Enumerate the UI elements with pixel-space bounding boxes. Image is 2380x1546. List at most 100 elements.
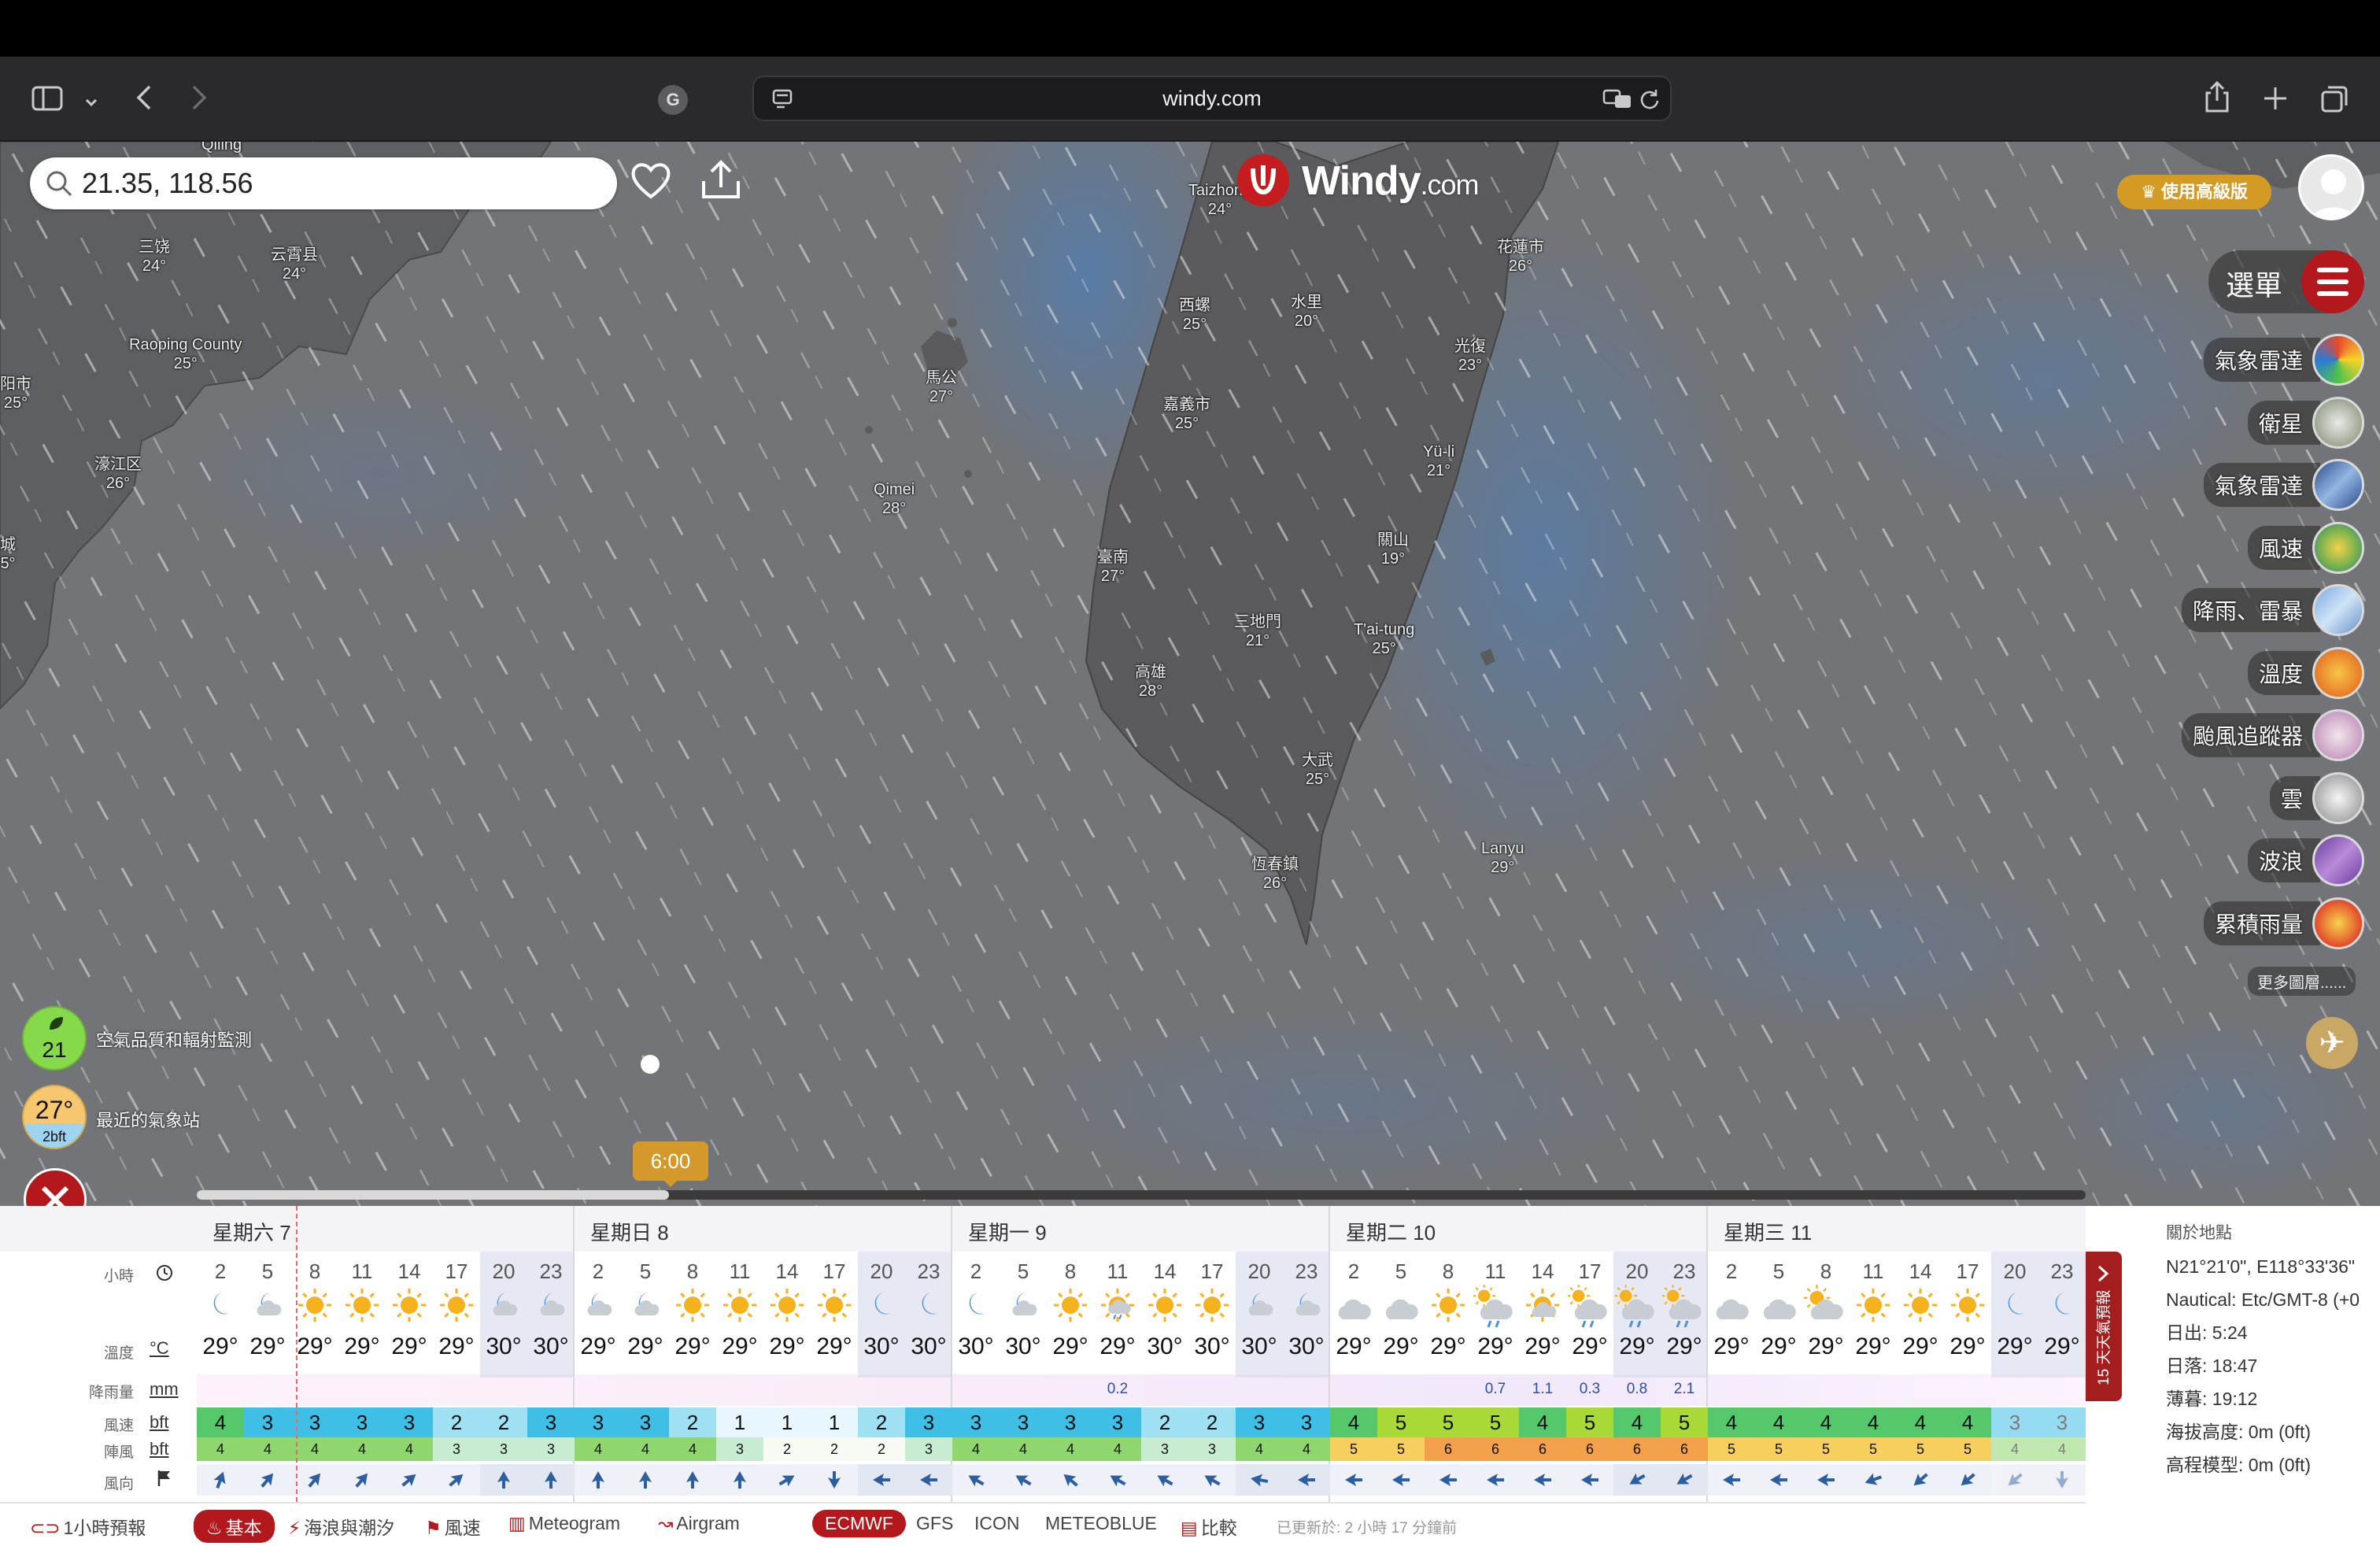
city-label[interactable]: 三地門 21° — [1234, 612, 1281, 650]
forecast-15-day-button[interactable]: 15 天天氣預報 — [2086, 1252, 2122, 1401]
tab-overview-icon[interactable] — [2320, 85, 2349, 118]
wind-arrow-icon — [1204, 1475, 1221, 1487]
layer-item-wind[interactable]: 風速 — [2247, 521, 2364, 574]
sidebar-toggle-icon[interactable] — [31, 85, 63, 117]
wind-direction-cell — [1944, 1464, 1991, 1496]
tab-basic[interactable]: ♨ 基本 — [194, 1510, 275, 1543]
hour-cell: 17 — [822, 1259, 846, 1283]
tab-meteogram[interactable]: ▥ Meteogram — [508, 1513, 620, 1534]
city-label[interactable]: 阳市 25° — [0, 375, 31, 412]
city-temp: 26° — [105, 475, 131, 492]
city-label[interactable]: 云霄县 24° — [271, 246, 318, 283]
forward-icon[interactable] — [190, 83, 208, 117]
translate-icon[interactable] — [1602, 88, 1632, 114]
share-location-icon[interactable] — [699, 157, 743, 205]
model-ecmwf[interactable]: ECMWF — [812, 1510, 906, 1537]
favorite-heart-icon[interactable] — [630, 161, 672, 204]
city-label[interactable]: Yü-li 21° — [1423, 442, 1454, 480]
day-label: 星期六 7 — [213, 1221, 291, 1245]
layer-item-waves[interactable]: 波浪 — [2247, 834, 2364, 886]
search-icon[interactable] — [44, 168, 74, 198]
chevron-down-icon[interactable] — [83, 88, 99, 115]
time-indicator[interactable]: 6:00 — [633, 1141, 708, 1187]
city-label[interactable]: 高雄 28° — [1135, 663, 1166, 701]
city-label[interactable]: 花蓮市 26° — [1497, 238, 1544, 276]
airplane-icon[interactable]: ✈ — [2306, 1017, 2358, 1069]
city-label[interactable]: 水里 20° — [1291, 293, 1322, 331]
city-label[interactable]: 大武 25° — [1302, 751, 1333, 789]
city-label[interactable]: 濠江区 26° — [94, 455, 142, 493]
city-label[interactable]: 臺南 27° — [1097, 548, 1129, 586]
hour-cell: 20 — [2003, 1259, 2027, 1283]
model-gfs[interactable]: GFS — [916, 1513, 953, 1534]
city-temp: 20° — [1294, 313, 1319, 330]
city-label[interactable]: 恆春鎮 26° — [1251, 855, 1299, 893]
city-label[interactable]: 城 5° — [0, 535, 16, 573]
city-label[interactable]: Lanyu 29° — [1481, 839, 1524, 877]
gust-unit[interactable]: bft — [150, 1439, 168, 1459]
wind-unit[interactable]: bft — [150, 1412, 168, 1433]
wind-arrow-icon — [545, 1471, 557, 1489]
back-icon[interactable] — [135, 83, 153, 117]
city-label[interactable]: Raoping County 25° — [129, 335, 242, 373]
weather-map[interactable]: Qiling 三饶 24° 云霄县 24° Raoping County 25° 阳市 25° 濠… — [0, 142, 2380, 1206]
city-name: 花蓮市 — [1497, 239, 1544, 256]
tab-compare[interactable]: ▤ 比較 — [1181, 1513, 1237, 1540]
city-label[interactable]: 關山 19° — [1377, 531, 1409, 568]
wind-arrow-icon — [873, 1474, 890, 1486]
wind-arrow-icon — [213, 1471, 226, 1489]
gust-cell: 5 — [1377, 1437, 1425, 1461]
location-marker[interactable] — [641, 1055, 660, 1074]
layer-item-rain[interactable]: 降雨、雷暴 — [2181, 584, 2364, 636]
layer-item-radar[interactable]: 氣象雷達 — [2203, 334, 2364, 386]
avatar[interactable] — [2298, 154, 2364, 220]
premium-button[interactable]: ♛ 使用高級版 — [2117, 175, 2271, 209]
precip-cell: 0.7 — [1484, 1381, 1506, 1397]
tab-airgram[interactable]: ↝ Airgram — [658, 1513, 740, 1534]
temp-cell: 29° — [1808, 1333, 1844, 1359]
address-bar[interactable]: windy.com — [752, 76, 1672, 121]
city-label[interactable]: Qimei 28° — [874, 480, 915, 518]
search-box[interactable] — [30, 157, 617, 209]
new-tab-icon[interactable] — [2262, 85, 2289, 117]
air-quality-label[interactable]: 空氣品質和輻射監測 — [96, 1026, 252, 1052]
search-input[interactable] — [82, 165, 586, 202]
weather-station-label[interactable]: 最近的氣象站 — [96, 1107, 200, 1132]
air-quality-badge[interactable]: 21 — [22, 1006, 87, 1071]
city-label[interactable]: 三饶 24° — [139, 238, 170, 276]
city-label[interactable]: T'ai-tung 25° — [1354, 620, 1414, 658]
city-label[interactable]: 嘉義市 25° — [1163, 395, 1210, 433]
moon-cloud-icon — [1284, 1285, 1329, 1329]
city-label[interactable]: 光復 23° — [1454, 337, 1486, 375]
layer-item-accum[interactable]: 累積雨量 — [2203, 897, 2364, 949]
moon-cloud-icon — [623, 1285, 667, 1329]
layer-item-cloud[interactable]: 雲 — [2269, 771, 2364, 824]
city-label[interactable]: 馬公 27° — [926, 368, 957, 406]
url-text[interactable]: windy.com — [754, 87, 1670, 111]
model-icon[interactable]: ICON — [974, 1513, 1020, 1534]
timeline-slider[interactable] — [197, 1190, 2086, 1200]
weather-station-badge[interactable]: 27° 2bft — [22, 1085, 87, 1149]
city-label[interactable]: 西螺 25° — [1179, 296, 1210, 334]
layer-item-typhoon[interactable]: 颱風追蹤器 — [2181, 709, 2364, 761]
menu-button[interactable]: 選單 — [2208, 250, 2364, 313]
model-meteoblue[interactable]: METEOBLUE — [1045, 1513, 1157, 1534]
tab-hourly[interactable]: ⊂⊃ 1小時預報 — [30, 1513, 146, 1540]
tab-waves[interactable]: ⚡ 海浪與潮汐 — [288, 1513, 394, 1540]
wind-arrow-icon — [1817, 1474, 1835, 1486]
layer-item-radar2[interactable]: 氣象雷達 — [2203, 459, 2364, 511]
wind-cell: 1 — [763, 1407, 811, 1437]
more-layers-link[interactable]: 更多圖層...... — [2248, 967, 2356, 996]
layer-item-satellite[interactable]: 衛星 — [2247, 396, 2364, 449]
wind-arrow-icon — [778, 1475, 795, 1487]
precip-unit[interactable]: mm — [150, 1379, 179, 1400]
temp-unit[interactable]: °C — [150, 1338, 169, 1359]
tab-wind[interactable]: ⚑ 風速 — [425, 1513, 481, 1540]
reload-icon[interactable] — [1639, 88, 1661, 114]
city-label[interactable]: Qiling — [201, 142, 242, 154]
grammarly-extension-icon[interactable]: G — [658, 85, 688, 115]
rain-icon — [1613, 1284, 1659, 1329]
gust-cell: 4 — [622, 1437, 669, 1461]
layer-item-temp[interactable]: 溫度 — [2247, 646, 2364, 699]
share-icon[interactable] — [2204, 80, 2230, 118]
